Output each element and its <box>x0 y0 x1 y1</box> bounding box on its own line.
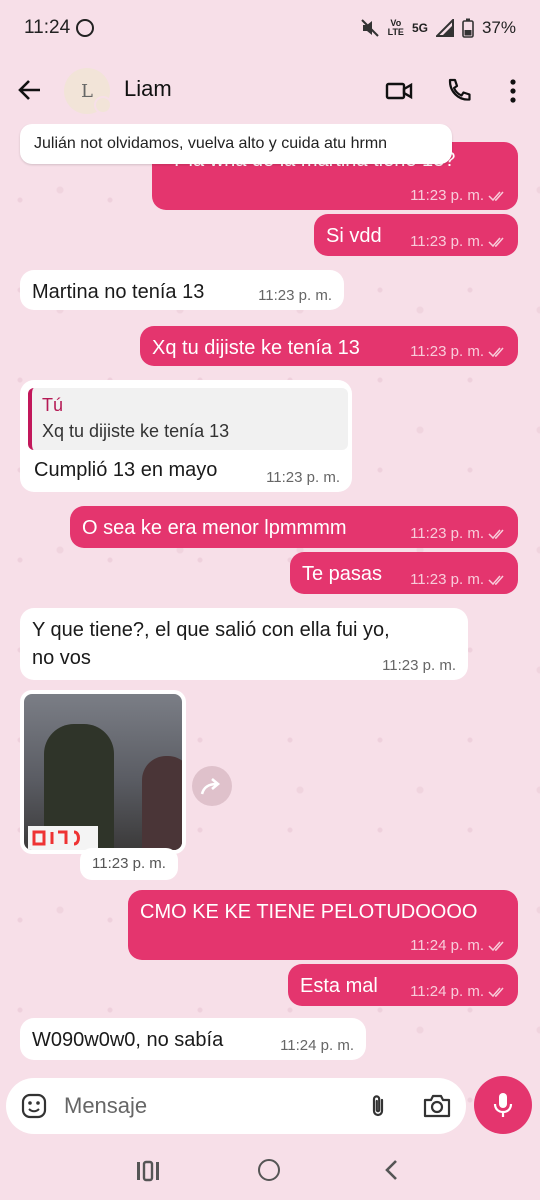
volte-bottom: LTE <box>387 27 404 37</box>
video-call-icon[interactable] <box>384 76 414 106</box>
message-time: 11:23 p. m. <box>266 469 340 486</box>
message-bubble[interactable]: CMO KE KE TIENE PELOTUDOOOO 11:24 p. m. <box>128 890 518 960</box>
mic-button[interactable] <box>474 1076 532 1134</box>
chat-area[interactable]: Y la wña de la martina tiene 13? 11:23 p… <box>0 124 540 1076</box>
message-bubble[interactable]: Te pasas 11:23 p. m. <box>290 552 518 594</box>
message-meta: 11:23 p. m. <box>410 526 506 542</box>
message-time: 11:23 p. m. <box>410 525 484 542</box>
message-text: Si vdd <box>326 225 382 247</box>
message-time: 11:23 p. m. <box>258 287 332 304</box>
avatar-status-icon <box>94 96 112 114</box>
message-time: 11:24 p. m. <box>280 1037 354 1054</box>
image-time: 11:23 p. m. <box>80 848 178 880</box>
message-meta: 11:23 p. m. <box>410 572 506 588</box>
double-check-icon <box>488 575 504 586</box>
message-input[interactable] <box>64 1088 344 1124</box>
status-bar: 11:24 Vo LTE 5G 37% <box>0 0 540 56</box>
double-check-icon <box>488 941 504 952</box>
message-time: 11:23 p. m. <box>410 187 484 204</box>
mic-icon <box>493 1093 513 1117</box>
signal-icon <box>435 19 454 37</box>
quote-author: Tú <box>42 395 64 415</box>
message-time: 11:23 p. m. <box>410 233 484 250</box>
system-nav-bar <box>0 1140 540 1200</box>
message-bubble[interactable]: Xq tu dijiste ke tenía 13 11:23 p. m. <box>140 326 518 366</box>
image-message[interactable] <box>20 690 186 854</box>
message-text: Y que tiene?, el que salió con ella fui … <box>32 619 390 641</box>
message-bubble[interactable]: Si vdd 11:23 p. m. <box>314 214 518 256</box>
nav-back-icon[interactable] <box>382 1158 402 1182</box>
double-check-icon <box>488 191 504 202</box>
message-text: Te pasas <box>302 563 383 585</box>
message-meta: 11:24 p. m. <box>410 984 506 1000</box>
back-arrow-icon[interactable] <box>16 76 44 104</box>
message-bubble[interactable]: O sea ke era menor lpmmmm 11:23 p. m. <box>70 506 518 548</box>
battery-icon <box>462 18 474 38</box>
double-check-icon <box>488 529 504 540</box>
message-meta: 11:23 p. m. <box>410 188 506 204</box>
message-bubble[interactable]: Martina no tenía 13 11:23 p. m. <box>20 270 344 310</box>
emoji-icon[interactable] <box>20 1092 48 1120</box>
forward-icon[interactable] <box>192 766 232 806</box>
chat-header: L Liam <box>0 56 540 124</box>
camera-icon[interactable] <box>422 1092 452 1120</box>
battery-percent: 37% <box>481 18 516 37</box>
message-time: 11:23 p. m. <box>382 657 456 674</box>
message-time: 11:23 p. m. <box>410 343 484 360</box>
whatsapp-icon <box>76 19 95 37</box>
double-check-icon <box>488 347 504 358</box>
message-bubble[interactable]: W090w0w0, no sabía 11:24 p. m. <box>20 1018 366 1060</box>
message-bubble-reply[interactable]: Tú Xq tu dijiste ke tenía 13 Cumplió 13 … <box>20 380 352 492</box>
recents-icon[interactable] <box>136 1160 160 1182</box>
message-time: 11:23 p. m. <box>410 571 484 588</box>
more-vert-icon[interactable] <box>498 76 528 106</box>
avatar-initial: L <box>81 80 93 102</box>
message-meta: 11:24 p. m. <box>410 938 506 954</box>
message-text: W090w0w0, no sabía <box>32 1029 224 1051</box>
message-composer <box>6 1078 466 1134</box>
volte-icon: Vo LTE <box>388 19 404 37</box>
attach-icon[interactable] <box>364 1092 392 1120</box>
message-text: Cumplió 13 en mayo <box>34 459 218 481</box>
quoted-message[interactable]: Tú Xq tu dijiste ke tenía 13 <box>28 388 348 450</box>
mute-icon <box>360 18 380 38</box>
double-check-icon <box>488 987 504 998</box>
message-bubble[interactable]: Esta mal 11:24 p. m. <box>288 964 518 1006</box>
message-meta: 11:23 p. m. <box>410 234 506 250</box>
home-icon[interactable] <box>258 1159 280 1181</box>
pinned-message[interactable]: Julián not olvidamos, vuelva alto y cuid… <box>20 124 452 164</box>
message-text: Esta mal <box>300 975 378 997</box>
contact-name[interactable]: Liam <box>124 76 172 102</box>
message-text: Martina no tenía 13 <box>32 281 205 303</box>
quote-text: Xq tu dijiste ke tenía 13 <box>42 421 230 441</box>
message-text: Xq tu dijiste ke tenía 13 <box>152 337 360 359</box>
message-text: O sea ke era menor lpmmmm <box>82 517 347 539</box>
message-photo[interactable] <box>24 694 182 850</box>
message-time: 11:24 p. m. <box>410 937 484 954</box>
double-check-icon <box>488 237 504 248</box>
photo-sign-graphic <box>28 826 98 850</box>
message-meta: 11:23 p. m. <box>410 344 506 360</box>
photo-figure <box>142 756 182 850</box>
message-bubble[interactable]: Y que tiene?, el que salió con ella fui … <box>20 608 468 680</box>
network-type: 5G <box>411 21 428 35</box>
phone-icon[interactable] <box>444 76 474 106</box>
message-text: CMO KE KE TIENE PELOTUDOOOO <box>140 901 478 923</box>
message-time: 11:24 p. m. <box>410 983 484 1000</box>
status-time: 11:24 <box>24 17 71 38</box>
